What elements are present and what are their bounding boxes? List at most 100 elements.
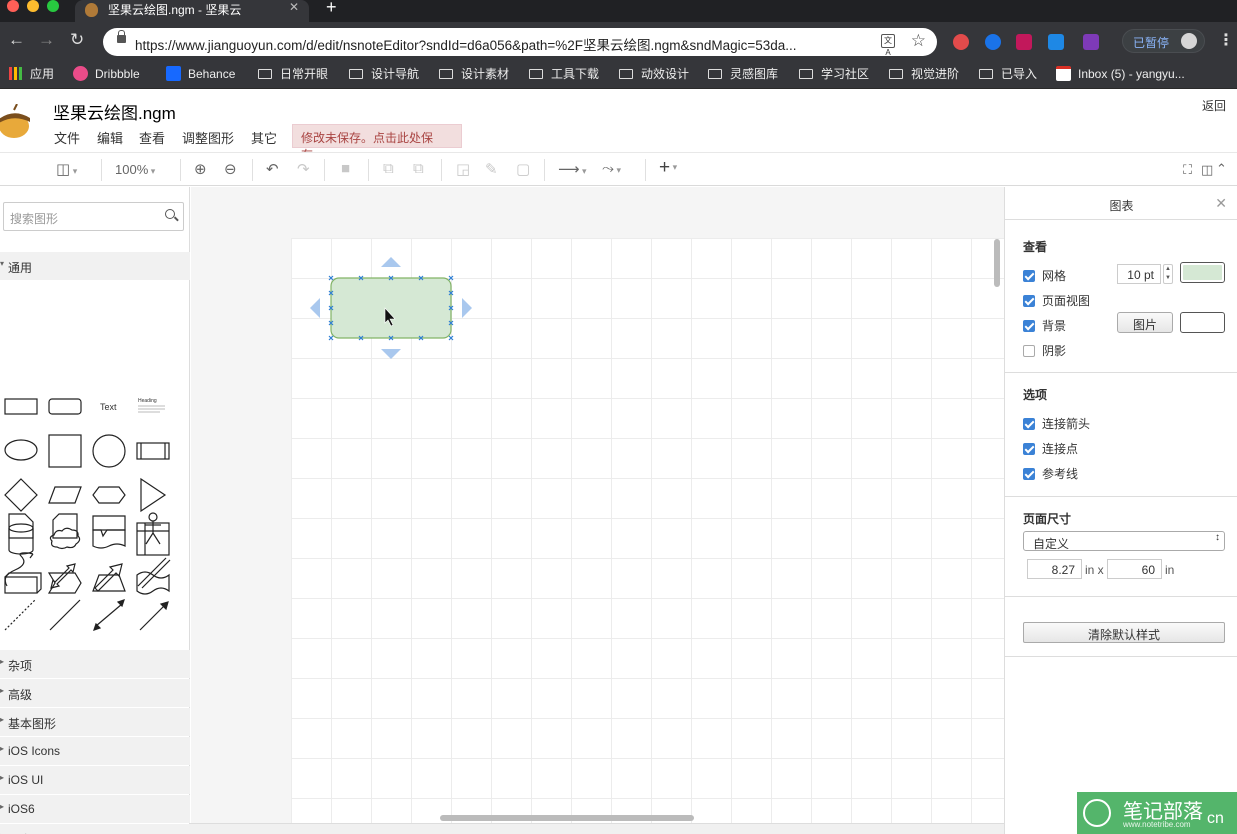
bookmark-folder[interactable]: 设计素材 (439, 66, 509, 82)
close-icon[interactable]: ✕ (1215, 195, 1227, 212)
square-shape[interactable] (48, 434, 82, 468)
directional-connector-shape[interactable] (139, 601, 169, 631)
to-back-icon[interactable]: ⧉ (413, 160, 424, 177)
insert-plus-icon[interactable]: + ▾ (659, 157, 677, 179)
bidirectional-connector-shape[interactable] (93, 599, 125, 631)
delete-icon[interactable]: ■ (341, 160, 350, 177)
reload-icon[interactable]: ↻ (70, 30, 84, 50)
toggle-panel-icon[interactable]: ◫ (1201, 162, 1213, 178)
card-shape[interactable] (52, 513, 78, 539)
connection-style-icon[interactable]: ⟶ ▾ (558, 160, 587, 178)
shadow-icon[interactable]: ▢ (516, 160, 530, 178)
guides-checkbox[interactable]: 参考线 (1023, 465, 1078, 482)
bidirectional-arrow-shape[interactable] (50, 563, 76, 589)
canvas-horizontal-scrollbar[interactable] (440, 815, 694, 821)
selected-shape-group[interactable] (306, 255, 478, 363)
canvas-vertical-scrollbar[interactable] (994, 239, 1000, 287)
menu-view[interactable]: 查看 (139, 128, 165, 147)
clear-default-style-button[interactable]: 清除默认样式 (1023, 622, 1225, 643)
checkbox-unchecked-icon[interactable] (1023, 345, 1035, 357)
parallelogram-shape[interactable] (48, 486, 82, 504)
category-ios-icons[interactable]: iOS Icons (0, 737, 190, 765)
back-arrow-icon[interactable]: ← (8, 30, 25, 50)
actor-shape[interactable] (145, 512, 161, 545)
search-field[interactable]: 搜索图形 (3, 202, 184, 231)
category-general[interactable]: 通用 (0, 252, 190, 280)
curve-shape[interactable] (4, 552, 30, 587)
checkbox-checked-icon[interactable] (1023, 418, 1035, 430)
bookmark-folder[interactable]: 设计导航 (349, 66, 419, 82)
tab-close-icon[interactable]: ✕ (289, 0, 299, 14)
category-misc[interactable]: 杂项 (0, 650, 190, 678)
browser-tab[interactable]: 坚果云绘图.ngm - 坚果云 ✕ (75, 0, 309, 22)
bookmark-folder[interactable]: 已导入 (979, 66, 1037, 82)
extension-screen-icon[interactable] (1048, 34, 1064, 50)
search-icon[interactable] (165, 209, 175, 219)
close-window-button[interactable] (7, 0, 19, 12)
search-input[interactable]: 搜索图形 (10, 210, 58, 227)
undo-icon[interactable]: ↶ (266, 160, 279, 178)
category-more-shapes[interactable]: 更多图形 (0, 824, 190, 834)
translate-icon[interactable]: 文A (881, 34, 895, 57)
bookmark-apps[interactable]: 应用 (9, 66, 54, 82)
page-height-input[interactable]: 60 (1107, 559, 1162, 579)
waypoints-icon[interactable]: ⤳ ▾ (602, 160, 621, 177)
bookmark-folder[interactable]: 灵感图库 (708, 66, 778, 82)
background-color-swatch[interactable] (1180, 312, 1225, 333)
fullscreen-icon[interactable]: ⛶ (1183, 162, 1192, 178)
minimize-window-button[interactable] (27, 0, 39, 12)
extension-red-icon[interactable] (953, 34, 969, 50)
bookmark-folder[interactable]: 日常开眼 (258, 66, 328, 82)
bookmark-behance[interactable]: Behance (166, 66, 235, 82)
menu-arrange[interactable]: 调整图形 (182, 128, 234, 147)
category-basic[interactable]: 基本图形 (0, 708, 190, 736)
diagram-canvas[interactable] (191, 187, 1004, 823)
arrow-shape[interactable] (94, 563, 123, 592)
link-shape[interactable] (137, 557, 171, 589)
more-shapes-palette[interactable] (0, 506, 190, 636)
grid-size-stepper[interactable]: ▲ ▼ (1163, 264, 1173, 284)
text-shape[interactable]: Text (100, 402, 117, 412)
checkbox-checked-icon[interactable] (1023, 295, 1035, 307)
zoom-out-icon[interactable]: ⊖ (224, 160, 237, 178)
bookmark-folder[interactable]: 动效设计 (619, 66, 689, 82)
canvas-horizontal-scroll-track[interactable] (210, 812, 1004, 822)
rounded-rectangle-shape[interactable] (48, 398, 82, 415)
page-width-input[interactable]: 8.27 (1027, 559, 1082, 579)
shadow-checkbox[interactable]: 阴影 (1023, 342, 1066, 359)
category-ios6[interactable]: iOS6 (0, 795, 190, 823)
page-view-checkbox[interactable]: 页面视图 (1023, 292, 1090, 309)
zoom-select[interactable]: 100% ▾ (115, 162, 155, 177)
connection-points-checkbox[interactable]: 连接点 (1023, 440, 1078, 457)
redo-icon[interactable]: ↷ (297, 160, 310, 178)
ellipse-shape[interactable] (4, 439, 38, 461)
address-bar[interactable]: https://www.jianguoyun.com/d/edit/nsnote… (103, 28, 937, 57)
back-link[interactable]: 返回 (1202, 97, 1226, 114)
to-front-icon[interactable]: ⧉ (383, 160, 394, 177)
new-tab-button[interactable]: + (326, 0, 337, 18)
bookmark-folder[interactable]: 视觉进阶 (889, 66, 959, 82)
extension-rp-icon[interactable] (1083, 34, 1099, 50)
grid-size-input[interactable]: 10 pt (1117, 264, 1161, 284)
bookmark-folder[interactable]: 学习社区 (799, 66, 869, 82)
bookmark-folder[interactable]: 工具下载 (529, 66, 599, 82)
menu-extras[interactable]: 其它 (251, 128, 277, 147)
checkbox-checked-icon[interactable] (1023, 468, 1035, 480)
dashed-line-shape[interactable] (4, 599, 36, 631)
unsaved-changes-button[interactable]: 修改未保存。点击此处保存。 (292, 124, 462, 162)
category-ios-ui[interactable]: iOS UI (0, 766, 190, 794)
note-shape[interactable] (8, 513, 34, 539)
background-image-button[interactable]: 图片 (1117, 312, 1173, 333)
circle-shape[interactable] (92, 434, 126, 468)
extension-blue-icon[interactable] (985, 34, 1001, 50)
line-color-icon[interactable]: ✎ (485, 160, 498, 178)
checkbox-checked-icon[interactable] (1023, 270, 1035, 282)
fill-color-icon[interactable]: ◲ (456, 160, 470, 178)
format-panel-icon[interactable]: ◫ ▾ (56, 160, 77, 178)
menu-file[interactable]: 文件 (54, 128, 80, 147)
checkbox-checked-icon[interactable] (1023, 443, 1035, 455)
background-checkbox[interactable]: 背景 (1023, 317, 1066, 334)
process-shape[interactable] (136, 442, 170, 460)
page-size-select[interactable]: 自定义 ↕ (1023, 531, 1225, 551)
rounded-rectangle-node[interactable] (330, 277, 452, 339)
